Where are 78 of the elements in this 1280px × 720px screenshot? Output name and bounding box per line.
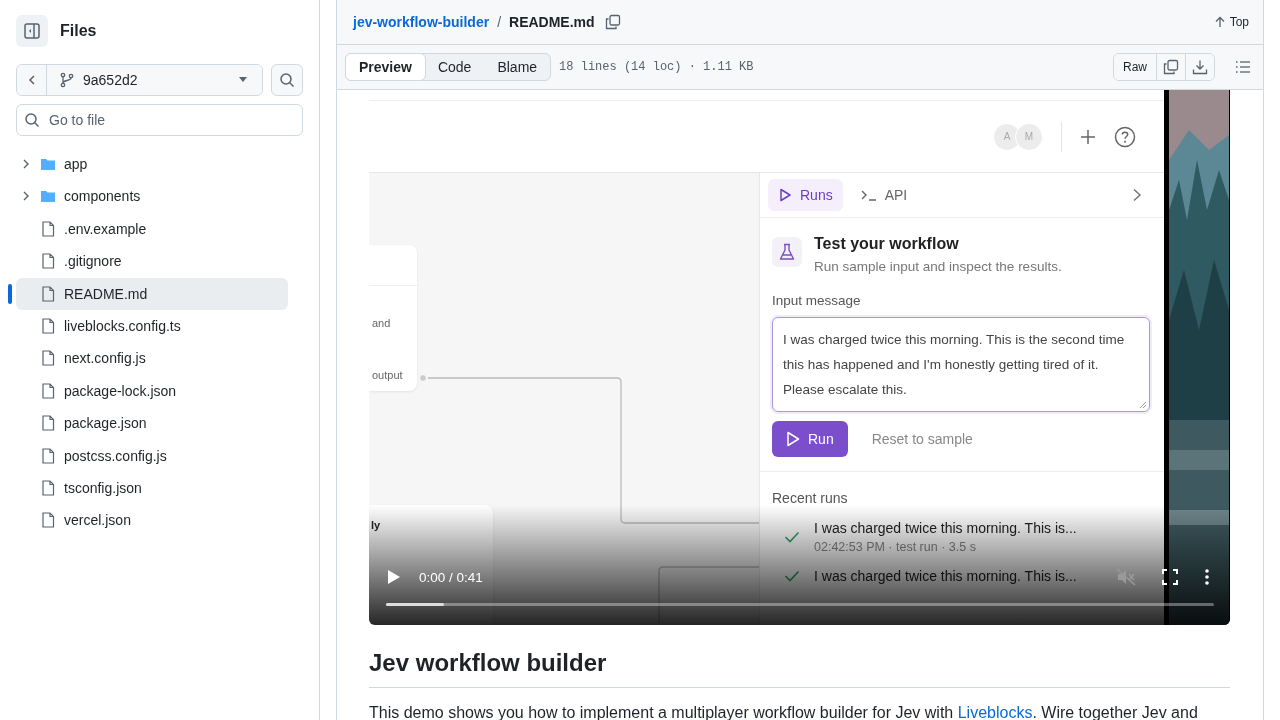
go-to-file-field[interactable]: Go to file: [16, 104, 303, 136]
sidebar-title: Files: [60, 22, 97, 40]
video-progress-bar[interactable]: [386, 603, 1214, 606]
more-options-icon[interactable]: [1204, 569, 1210, 585]
file-name: README.md: [509, 14, 595, 30]
download-button[interactable]: [1185, 54, 1214, 80]
file-icon: [40, 479, 56, 496]
file-icon: [40, 512, 56, 529]
resize-handle-icon[interactable]: [1139, 401, 1147, 409]
view-tab[interactable]: Preview: [345, 53, 426, 81]
file-icon: [40, 350, 56, 367]
input-message-field[interactable]: I was charged twice this morning. This is the second time this has happened and I'm honestly getting tired of it. Please escalate this.: [772, 317, 1150, 412]
port-dot: [419, 374, 427, 382]
plus-icon: [1080, 128, 1096, 145]
arrow-up-icon: [1213, 16, 1226, 28]
video-time: 0:00 / 0:41: [419, 569, 483, 585]
folder-icon: [40, 188, 56, 205]
repo-link[interactable]: jev-workflow-builder: [353, 14, 490, 30]
reset-button[interactable]: Reset to sample: [865, 430, 979, 448]
panel-subtitle: Run sample input and inspect the results.: [814, 259, 1062, 274]
file-icon: [40, 285, 56, 302]
list-icon: [1235, 59, 1251, 75]
run-title: I was charged twice this morning. This is...: [814, 520, 1077, 536]
file-icon: [40, 415, 56, 432]
panel-title: Test your workflow: [814, 235, 960, 253]
file-tree-item[interactable]: next.config.js: [16, 342, 288, 375]
file-icon: [40, 382, 56, 399]
chevron-right-icon: [1132, 188, 1142, 202]
section-title: Recent runs: [772, 490, 849, 506]
file-icon: [40, 447, 56, 464]
run-button[interactable]: Run: [772, 421, 848, 457]
fullscreen-icon[interactable]: [1162, 569, 1178, 585]
copy-icon: [1163, 59, 1179, 75]
file-tree-item[interactable]: components: [16, 180, 288, 213]
folder-icon: [40, 156, 56, 172]
help-icon: [1114, 125, 1136, 148]
play-icon[interactable]: [387, 569, 401, 585]
liveblocks-link[interactable]: Liveblocks: [957, 704, 1033, 720]
file-tree-item[interactable]: package-lock.json: [16, 374, 288, 407]
avatar: M: [1015, 122, 1043, 151]
breadcrumb-separator: /: [497, 14, 501, 30]
video-player[interactable]: [369, 90, 1230, 625]
view-tab[interactable]: Blame: [484, 54, 551, 80]
file-icon: [40, 317, 56, 334]
file-tree-item[interactable]: .env.example: [16, 212, 288, 245]
file-tree-item[interactable]: tsconfig.json: [16, 471, 288, 504]
file-tree-item[interactable]: .gitignore: [16, 245, 288, 278]
node-port-label: output: [372, 369, 403, 381]
file-tree-item[interactable]: vercel.json: [16, 504, 288, 537]
panel-tab[interactable]: API: [850, 179, 918, 211]
file-icon: [40, 253, 56, 270]
panel-tab[interactable]: Runs: [768, 179, 843, 211]
run-meta: 02:42:53 PM · test run · 3.5 s: [814, 540, 977, 554]
search-icon: [279, 72, 296, 88]
file-info: 18 lines (14 loc) · 1.11 KB: [559, 60, 754, 74]
flask-icon: [772, 237, 802, 267]
download-icon: [1192, 59, 1208, 75]
top-button[interactable]: Top: [1207, 14, 1255, 30]
run-title: I was charged twice this morning. This is...: [814, 568, 1077, 584]
sidebar-panel-icon: [23, 22, 41, 40]
node-title: ly: [371, 519, 381, 531]
field-label: Input message: [772, 293, 862, 308]
readme-heading: Jev workflow builder: [369, 649, 1230, 688]
terminal-icon: [860, 188, 877, 202]
sidebar-toggle-button[interactable]: [16, 15, 48, 47]
node-text: and: [372, 317, 391, 329]
file-tree-item[interactable]: app: [16, 148, 288, 180]
file-icon: [40, 220, 56, 237]
file-tree-item[interactable]: README.md: [16, 277, 288, 310]
search-icon: [24, 112, 40, 128]
copy-icon: [604, 14, 621, 30]
file-tree-item[interactable]: package.json: [16, 407, 288, 440]
file-tree-item[interactable]: liveblocks.config.ts: [16, 309, 288, 342]
play-icon: [778, 188, 792, 202]
play-icon: [786, 431, 800, 447]
search-button[interactable]: [271, 64, 303, 96]
file-tree-item[interactable]: postcss.config.js: [16, 439, 288, 472]
view-tab[interactable]: Code: [424, 54, 485, 80]
